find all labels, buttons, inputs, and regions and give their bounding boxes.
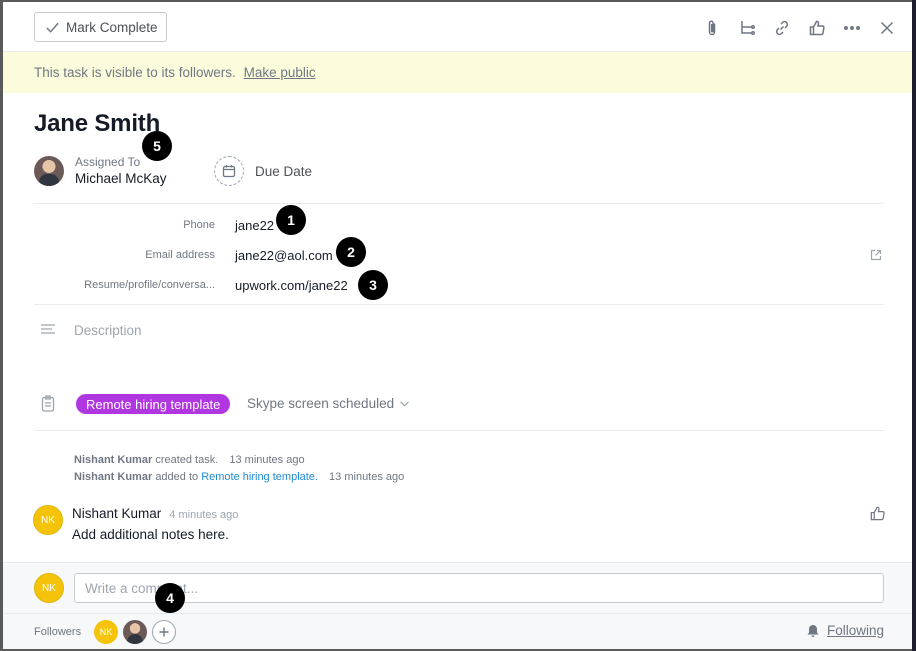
paperclip-icon — [708, 20, 715, 36]
section-dropdown[interactable]: Skype screen scheduled — [247, 396, 410, 411]
following-toggle[interactable]: Following — [806, 623, 884, 638]
copy-link-button[interactable] — [764, 16, 799, 40]
assignee-field[interactable]: Assigned To Michael McKay — [34, 155, 167, 186]
like-button[interactable] — [799, 16, 834, 40]
more-actions-button[interactable] — [834, 16, 869, 40]
link-icon — [775, 20, 788, 36]
thumbs-up-icon — [870, 506, 885, 521]
story-project-link[interactable]: Remote hiring template. — [201, 471, 318, 483]
story-action: created task. — [155, 454, 219, 466]
close-button[interactable] — [869, 16, 904, 40]
divider — [34, 304, 884, 305]
description-icon — [40, 323, 56, 337]
task-toolbar: Mark Complete — [3, 2, 912, 52]
activity-story: Nishant Kumar added to Remote hiring tem… — [74, 471, 404, 483]
composer-avatar: NK — [34, 573, 64, 603]
assignee-avatar — [34, 155, 64, 186]
chevron-down-icon — [400, 400, 410, 407]
field-row-email: Email address jane22@aol.com — [34, 242, 884, 268]
mark-complete-label: Mark Complete — [66, 19, 158, 35]
checkmark-icon — [46, 22, 59, 33]
field-row-phone: Phone jane22 — [34, 212, 884, 238]
plus-icon — [159, 627, 169, 637]
story-user[interactable]: Nishant Kumar — [74, 454, 152, 466]
ellipsis-icon — [843, 26, 860, 30]
subtasks-icon — [740, 21, 755, 35]
story-time: 13 minutes ago — [329, 471, 405, 483]
add-follower-button[interactable] — [152, 620, 176, 644]
follower-avatar[interactable] — [123, 620, 147, 644]
following-label: Following — [826, 623, 884, 638]
background-edge — [912, 0, 916, 651]
close-icon — [880, 21, 893, 35]
clipboard-icon — [40, 395, 56, 412]
attachment-button[interactable] — [694, 16, 729, 40]
due-date-label: Due Date — [255, 163, 313, 179]
comment-header: Nishant Kumar 4 minutes ago — [72, 506, 238, 521]
task-title[interactable]: Jane Smith — [34, 110, 160, 138]
story-user[interactable]: Nishant Kumar — [74, 471, 152, 483]
comment-like-button[interactable] — [869, 505, 887, 523]
annotation-marker: 2 — [336, 237, 366, 267]
external-link-icon — [870, 249, 882, 261]
story-action: added to — [155, 471, 199, 483]
field-row-resume: Resume/profile/conversa... upwork.com/ja… — [34, 272, 884, 298]
subtasks-button[interactable] — [729, 16, 764, 40]
project-tag[interactable]: Remote hiring template — [76, 394, 231, 414]
thumbs-up-icon — [809, 20, 825, 36]
field-label-phone: Phone — [183, 219, 215, 231]
comment-time: 4 minutes ago — [169, 509, 239, 521]
field-label-resume: Resume/profile/conversa... — [84, 279, 215, 291]
field-value-resume[interactable]: upwork.com/jane22 — [235, 278, 348, 293]
followers-bar: Followers NK Following — [3, 613, 912, 649]
field-value-phone[interactable]: jane22 — [235, 218, 274, 233]
privacy-banner: This task is visible to its followers. M… — [3, 52, 912, 93]
comment-input[interactable] — [74, 573, 884, 603]
divider — [34, 430, 884, 431]
annotation-marker: 3 — [358, 270, 388, 300]
story-time: 13 minutes ago — [229, 454, 305, 466]
make-public-link[interactable]: Make public — [244, 65, 316, 80]
bell-icon — [807, 624, 819, 637]
annotation-marker: 5 — [142, 131, 172, 161]
divider — [34, 203, 884, 204]
field-value-email[interactable]: jane22@aol.com — [235, 248, 333, 263]
due-date-circle — [214, 156, 244, 186]
description-input[interactable]: Description — [74, 323, 142, 338]
annotation-marker: 4 — [155, 583, 185, 613]
follower-avatar[interactable]: NK — [94, 620, 118, 644]
section-dropdown-label: Skype screen scheduled — [247, 396, 395, 411]
open-email-button[interactable] — [870, 248, 882, 261]
mark-complete-button[interactable]: Mark Complete — [34, 12, 167, 42]
followers-label: Followers — [34, 626, 82, 638]
comment-author[interactable]: Nishant Kumar — [72, 506, 161, 521]
calendar-icon — [222, 165, 236, 178]
field-label-email: Email address — [145, 249, 215, 261]
comment-body: Add additional notes here. — [72, 527, 229, 542]
privacy-text: This task is visible to its followers. — [34, 65, 236, 80]
comment-avatar: NK — [33, 505, 63, 535]
assignee-name: Michael McKay — [75, 171, 167, 186]
due-date-field[interactable]: Due Date — [214, 156, 312, 186]
comment-composer: NK — [3, 562, 912, 613]
annotation-marker: 1 — [276, 205, 306, 235]
activity-story: Nishant Kumar created task. 13 minutes a… — [74, 454, 305, 466]
